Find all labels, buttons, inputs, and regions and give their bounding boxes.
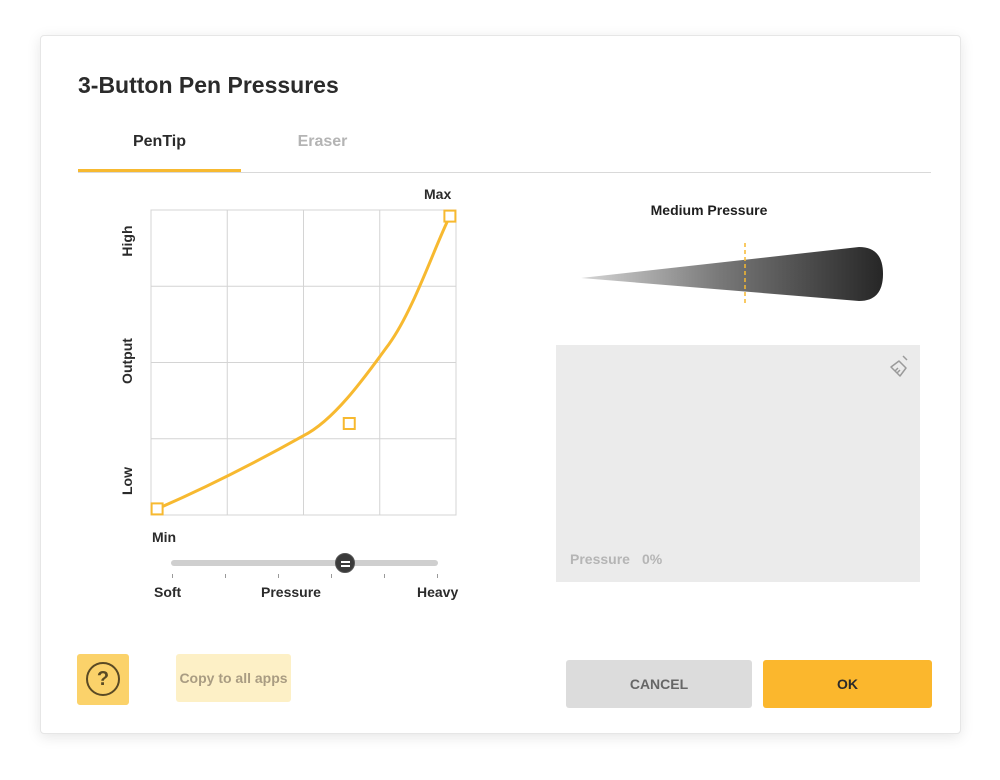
x-label-soft: Soft <box>154 584 182 600</box>
drawing-test-area[interactable]: Pressure 0% <box>556 345 920 582</box>
stroke-preview <box>581 243 883 305</box>
help-button[interactable]: ? <box>77 654 129 705</box>
x-label-heavy: Heavy <box>417 584 459 600</box>
pressure-readout-label: Pressure <box>570 551 630 567</box>
slider-tick <box>278 574 279 578</box>
chart-grid <box>151 210 456 515</box>
slider-tick <box>437 574 438 578</box>
slider-tick <box>225 574 226 578</box>
knob-grip-line <box>340 561 350 563</box>
copy-to-all-apps-button[interactable]: Copy to all apps <box>176 654 291 702</box>
broom-icon[interactable] <box>888 353 914 379</box>
control-point-max[interactable] <box>443 209 457 223</box>
cancel-button[interactable]: CANCEL <box>566 660 752 708</box>
slider-tick <box>384 574 385 578</box>
knob-grip-line <box>340 565 350 567</box>
brush-stroke-shape <box>581 247 883 301</box>
pressure-readout: Pressure 0% <box>570 551 662 567</box>
pressure-readout-value: 0% <box>641 551 663 567</box>
slider-tick <box>172 574 173 578</box>
slider-tick <box>331 574 332 578</box>
preview-title: Medium Pressure <box>650 202 768 218</box>
x-label-pressure: Pressure <box>261 584 321 600</box>
pressure-slider-track[interactable] <box>171 560 438 566</box>
control-point-mid[interactable] <box>342 417 356 430</box>
question-mark-icon: ? <box>86 662 120 696</box>
ok-button[interactable]: OK <box>763 660 932 708</box>
pressure-slider-knob[interactable] <box>334 553 355 573</box>
control-point-min[interactable] <box>150 502 164 516</box>
pen-pressures-dialog: 3-Button Pen Pressures PenTip Eraser Max… <box>40 35 961 734</box>
